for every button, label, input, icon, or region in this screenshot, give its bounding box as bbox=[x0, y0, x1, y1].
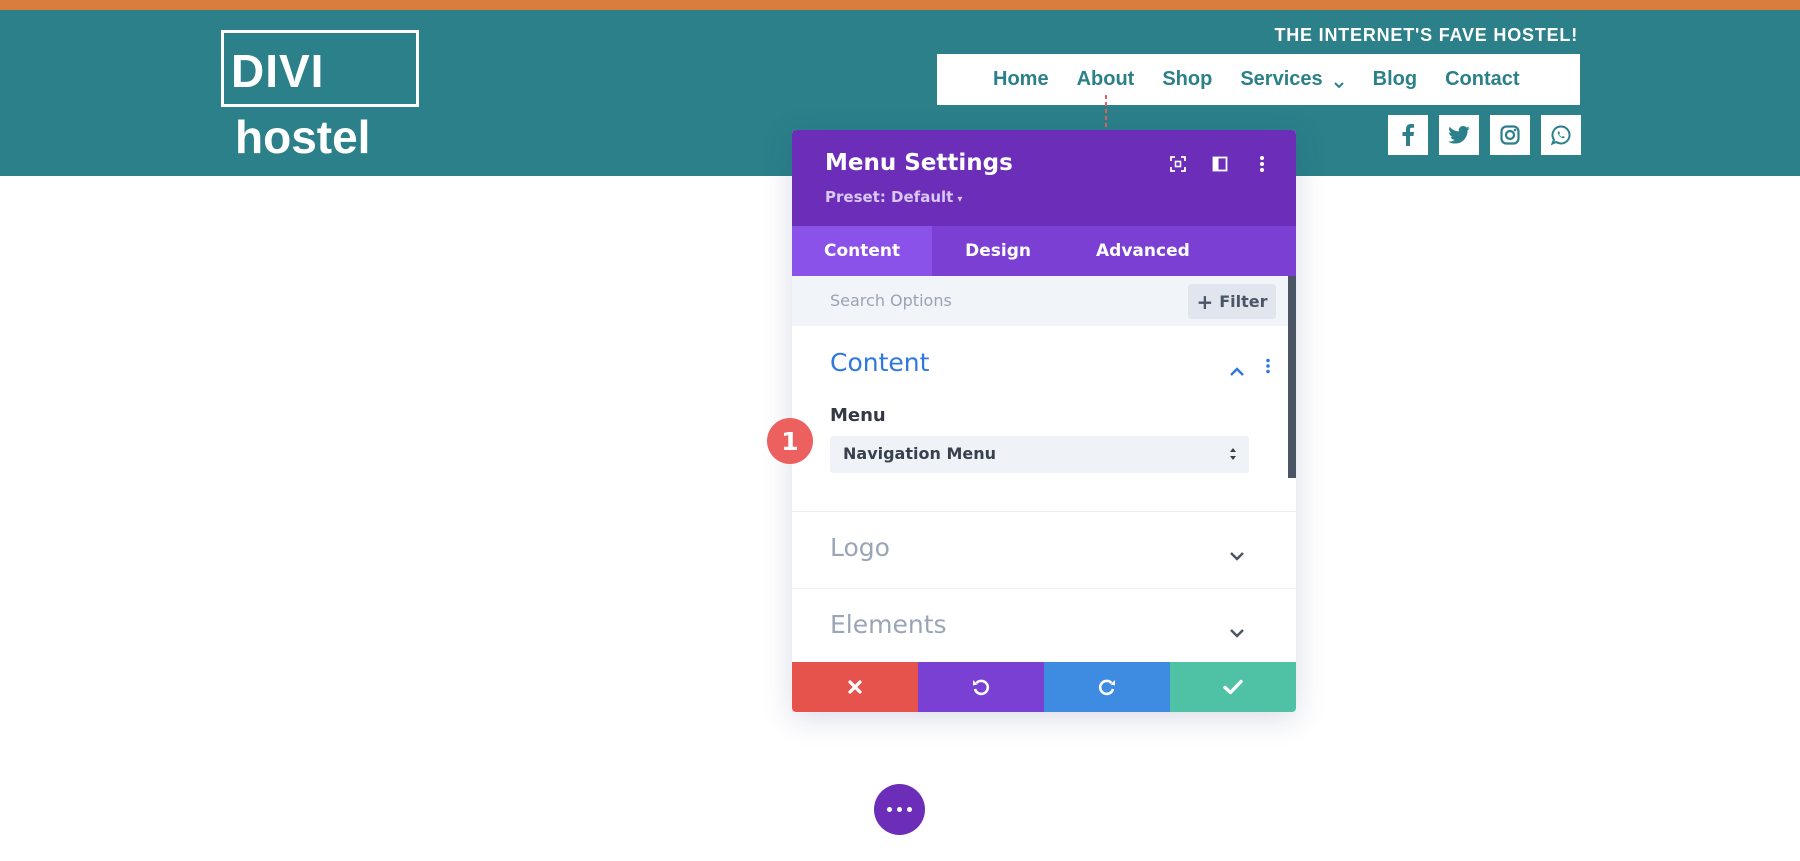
whatsapp-icon[interactable] bbox=[1541, 115, 1581, 155]
checkmark-icon bbox=[1223, 679, 1243, 695]
undo-button[interactable] bbox=[918, 662, 1044, 712]
dot-icon bbox=[897, 807, 902, 812]
filter-label: Filter bbox=[1219, 292, 1268, 311]
nav-shop[interactable]: Shop bbox=[1162, 68, 1212, 91]
filter-button[interactable]: + Filter bbox=[1188, 284, 1276, 319]
site-tagline: THE INTERNET'S FAVE HOSTEL! bbox=[1274, 25, 1578, 45]
panel-scrollbar[interactable] bbox=[1288, 276, 1296, 478]
plus-icon: + bbox=[1196, 289, 1214, 314]
menu-select-value: Navigation Menu bbox=[843, 444, 996, 463]
select-arrows-icon bbox=[1229, 446, 1237, 466]
section-divider bbox=[792, 588, 1296, 589]
preset-selector[interactable]: Preset: Default ▾ bbox=[825, 188, 962, 206]
section-options-icon[interactable] bbox=[1265, 358, 1271, 378]
main-navigation: Home About Shop Services Blog Contact bbox=[937, 54, 1580, 105]
menu-field-label: Menu bbox=[830, 405, 886, 426]
chevron-up-icon[interactable] bbox=[1229, 362, 1245, 381]
section-title-logo[interactable]: Logo bbox=[830, 533, 890, 562]
search-options-bar: Search Options + Filter bbox=[792, 276, 1288, 326]
fullscreen-icon[interactable] bbox=[1168, 154, 1188, 174]
tab-advanced[interactable]: Advanced bbox=[1064, 226, 1222, 276]
chevron-down-icon[interactable] bbox=[1229, 623, 1245, 642]
logo-text-hostel[interactable]: hostel bbox=[235, 110, 370, 164]
panel-footer bbox=[792, 662, 1296, 712]
split-view-icon[interactable] bbox=[1210, 154, 1230, 174]
redo-icon bbox=[1098, 679, 1115, 696]
step-number-badge: 1 bbox=[767, 418, 813, 464]
tab-design[interactable]: Design bbox=[932, 226, 1064, 276]
caret-down-icon: ▾ bbox=[957, 194, 963, 205]
floating-menu-button[interactable] bbox=[874, 784, 925, 835]
search-options-input[interactable]: Search Options bbox=[830, 291, 952, 310]
preset-label: Preset: Default bbox=[825, 188, 954, 206]
close-icon bbox=[848, 680, 862, 694]
section-title-content[interactable]: Content bbox=[830, 348, 929, 377]
chevron-down-icon[interactable] bbox=[1229, 546, 1245, 565]
dot-icon bbox=[907, 807, 912, 812]
nav-contact[interactable]: Contact bbox=[1445, 68, 1519, 91]
panel-title: Menu Settings bbox=[825, 150, 1013, 176]
facebook-icon[interactable] bbox=[1388, 115, 1428, 155]
tab-content[interactable]: Content bbox=[792, 226, 933, 276]
nav-home[interactable]: Home bbox=[993, 68, 1049, 91]
more-options-icon[interactable] bbox=[1252, 154, 1272, 174]
top-accent-stripe bbox=[0, 0, 1800, 10]
panel-tabs: Content Design Advanced bbox=[792, 226, 1296, 276]
section-divider bbox=[792, 511, 1296, 512]
nav-blog[interactable]: Blog bbox=[1373, 68, 1417, 91]
social-links bbox=[1388, 115, 1581, 155]
undo-icon bbox=[973, 679, 990, 696]
instagram-icon[interactable] bbox=[1490, 115, 1530, 155]
cancel-button[interactable] bbox=[792, 662, 918, 712]
menu-settings-panel: Menu Settings Preset: Default ▾ Content D… bbox=[792, 130, 1296, 712]
nav-about[interactable]: About bbox=[1077, 68, 1135, 91]
menu-select[interactable]: Navigation Menu bbox=[830, 436, 1249, 473]
nav-services[interactable]: Services bbox=[1240, 68, 1344, 91]
section-title-elements[interactable]: Elements bbox=[830, 610, 947, 639]
logo-text-divi[interactable]: DIVI bbox=[231, 44, 324, 98]
chevron-down-icon bbox=[1333, 74, 1345, 88]
panel-header[interactable]: Menu Settings Preset: Default ▾ bbox=[792, 130, 1296, 226]
dot-icon bbox=[887, 807, 892, 812]
nav-services-label: Services bbox=[1240, 68, 1323, 90]
twitter-icon[interactable] bbox=[1439, 115, 1479, 155]
save-button[interactable] bbox=[1170, 662, 1296, 712]
redo-button[interactable] bbox=[1044, 662, 1170, 712]
